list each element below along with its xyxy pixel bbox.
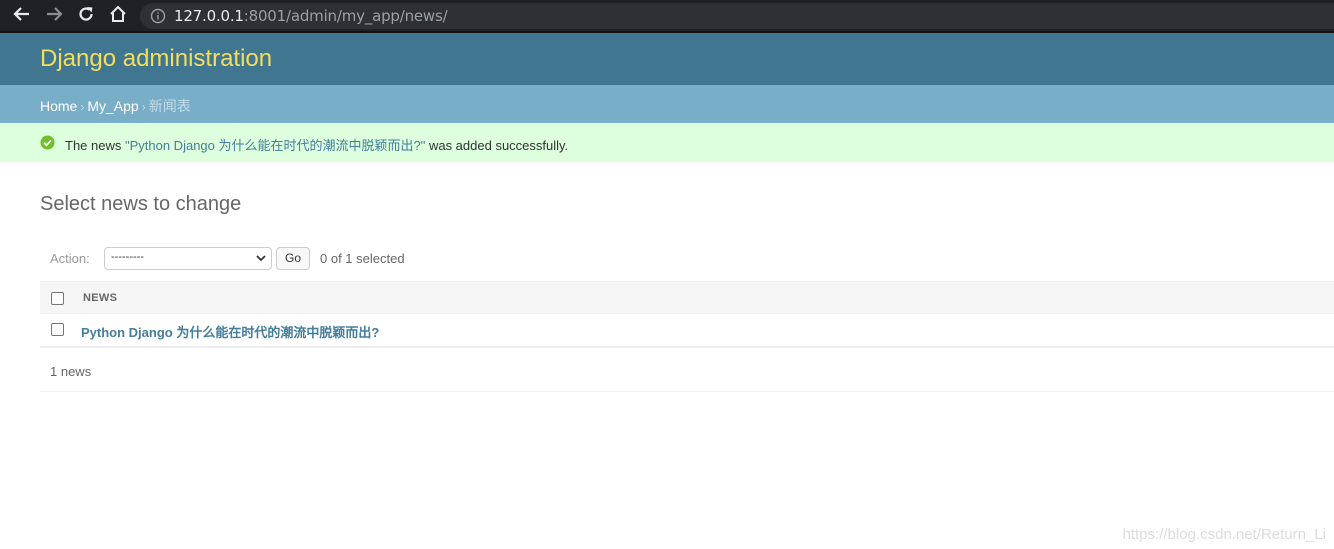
column-header-news[interactable]: NEWS (83, 292, 117, 304)
site-name[interactable]: Django administration (40, 45, 272, 73)
paginator: 1 news (40, 352, 1334, 392)
selected-count: 0 of 1 selected (320, 251, 405, 266)
page-title: Select news to change (40, 193, 242, 215)
url-host: 127.0.0.1 (174, 7, 244, 25)
action-label: Action: (50, 251, 90, 266)
home-icon (109, 5, 127, 28)
reload-button[interactable] (74, 4, 98, 28)
results-table: NEWS Python Django 为什么能在时代的潮流中脱颖而出? (40, 281, 1334, 348)
message-suffix: was added successfully. (425, 138, 569, 153)
table-row: Python Django 为什么能在时代的潮流中脱颖而出? (40, 314, 1334, 348)
message-prefix: The news (65, 138, 125, 153)
actions-bar: Action: --------- Go 0 of 1 selected (40, 243, 1334, 275)
success-message: The news "Python Django 为什么能在时代的潮流中脱颖而出?… (0, 123, 1334, 162)
go-button[interactable]: Go (276, 247, 310, 270)
arrow-right-icon (45, 5, 63, 28)
back-button[interactable] (10, 4, 34, 28)
table-header: NEWS (40, 281, 1334, 314)
forward-button[interactable] (42, 4, 66, 28)
watermark-text: https://blog.csdn.net/Return_Li (1122, 526, 1326, 543)
reload-icon (77, 5, 95, 28)
action-select[interactable]: --------- (104, 247, 272, 270)
breadcrumb-separator: › (80, 100, 85, 114)
select-all-checkbox[interactable] (51, 292, 64, 305)
home-button[interactable] (106, 4, 130, 28)
breadcrumb-app[interactable]: My_App (87, 98, 138, 114)
news-title-link[interactable]: Python Django 为什么能在时代的潮流中脱颖而出? (81, 322, 379, 341)
site-header: Django administration (0, 33, 1334, 85)
address-bar[interactable]: 127.0.0.1:8001/admin/my_app/news/ (140, 3, 1334, 29)
row-checkbox[interactable] (51, 323, 64, 336)
result-count: 1 news (50, 364, 92, 379)
info-icon[interactable] (150, 8, 166, 29)
chevron-down-icon (255, 252, 267, 267)
browser-toolbar: 127.0.0.1:8001/admin/my_app/news/ (0, 0, 1334, 33)
url-text: 127.0.0.1:8001/admin/my_app/news/ (174, 7, 448, 25)
breadcrumb-home[interactable]: Home (40, 98, 77, 114)
action-selected-option: --------- (111, 251, 144, 263)
arrow-left-icon (13, 5, 31, 28)
breadcrumb-separator: › (141, 100, 146, 114)
message-news-link[interactable]: "Python Django 为什么能在时代的潮流中脱颖而出?" (125, 138, 425, 153)
breadcrumb: Home › My_App › 新闻表 (0, 85, 1334, 123)
breadcrumb-current: 新闻表 (148, 98, 191, 114)
url-path: :8001/admin/my_app/news/ (243, 7, 448, 25)
check-circle-icon (40, 135, 55, 153)
